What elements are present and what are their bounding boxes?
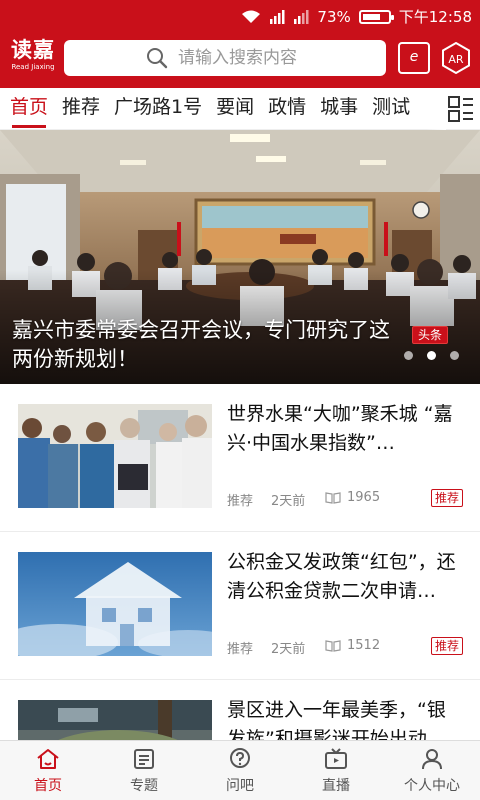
ebook-button[interactable]: e [398, 42, 430, 74]
news-source: 推荐 [227, 494, 254, 509]
channel-tabs: 首页 推荐 广场路1号 要闻 政情 城事 测试 [0, 88, 480, 130]
news-meta: 推荐 2天前 1965 推荐 [227, 489, 463, 509]
nav-live[interactable]: 直播 [288, 741, 384, 800]
ar-button[interactable]: AR [440, 42, 472, 74]
battery-icon [358, 9, 394, 24]
battery-percent: 73% [317, 7, 351, 26]
tab-list: 首页 推荐 广场路1号 要闻 政情 城事 测试 [0, 88, 440, 130]
nav-label: 专题 [130, 778, 158, 794]
signal-icon-2 [294, 9, 309, 24]
news-thumbnail [18, 552, 212, 656]
nav-profile[interactable]: 个人中心 [384, 741, 480, 800]
bottom-navigation: 首页 专题 问吧 直播 个人中心 [0, 740, 480, 800]
logo-text: 读嘉 [11, 37, 55, 62]
search-icon [147, 48, 168, 69]
question-icon [230, 748, 250, 768]
nav-home[interactable]: 首页 [0, 741, 96, 800]
nav-questions[interactable]: 问吧 [192, 741, 288, 800]
news-headline[interactable]: 公积金又发政策“红包”，还清公积金贷款二次申请… [227, 548, 463, 606]
topics-icon [134, 749, 154, 769]
user-icon [422, 749, 442, 770]
news-badge: 推荐 [430, 637, 463, 655]
nav-label: 直播 [322, 778, 350, 794]
tab-item[interactable]: 城事 [320, 88, 358, 130]
news-read-count: 1512 [347, 638, 381, 653]
tab-item[interactable]: 推荐 [62, 88, 100, 130]
status-bar: 73% 下午12:58 [0, 0, 480, 32]
app-screen: 73% 下午12:58 读嘉 Read Jiaxing e [0, 0, 480, 800]
headline-banner[interactable]: 嘉兴市委常委会召开会议，专门研究了这两份新规划！ 头条 [0, 130, 480, 384]
nav-label: 首页 [34, 778, 62, 794]
banner-tag: 头条 [412, 326, 449, 344]
clock: 下午12:58 [398, 8, 472, 26]
search-bar-row: 读嘉 Read Jiaxing e AR [0, 36, 480, 82]
news-thumbnail [18, 404, 212, 508]
battery-level-fill [362, 13, 381, 20]
tv-icon [325, 748, 347, 769]
news-headline[interactable]: 世界水果“大咖”聚禾城 “嘉兴·中国水果指数”… [227, 400, 463, 458]
news-meta: 推荐 2天前 1512 推荐 [227, 637, 463, 657]
nav-topics[interactable]: 专题 [96, 741, 192, 800]
nav-label: 个人中心 [404, 778, 460, 794]
book-icon [325, 639, 341, 652]
tab-item[interactable]: 测试 [372, 88, 410, 130]
signal-icon [270, 9, 285, 24]
tab-item[interactable]: 要闻 [216, 88, 254, 130]
tab-fade [426, 88, 446, 130]
news-time: 2天前 [271, 642, 306, 657]
logo-subtext: Read Jiaxing [11, 63, 55, 71]
pagination-dot[interactable] [427, 351, 436, 360]
search-box[interactable] [64, 40, 386, 76]
book-icon [325, 491, 341, 504]
news-item[interactable]: 景区进入一年最美季，“银发族”和摄影迷开始出动 [0, 680, 480, 740]
news-badge: 推荐 [430, 489, 463, 507]
news-source: 推荐 [227, 642, 254, 657]
news-time: 2天前 [271, 494, 306, 509]
tab-item[interactable]: 政情 [268, 88, 306, 130]
news-thumbnail [18, 700, 212, 740]
nav-label: 问吧 [226, 778, 254, 794]
news-list: 世界水果“大咖”聚禾城 “嘉兴·中国水果指数”… 推荐 2天前 1965 推荐 [0, 384, 480, 740]
app-header: 73% 下午12:58 读嘉 Read Jiaxing e [0, 0, 480, 88]
news-reads: 1965 [325, 490, 380, 505]
news-item[interactable]: 公积金又发政策“红包”，还清公积金贷款二次申请… 推荐 2天前 1512 推荐 [0, 532, 480, 680]
tab-item[interactable]: 广场路1号 [114, 88, 202, 130]
pagination-dot[interactable] [404, 351, 413, 360]
pagination-dot[interactable] [450, 351, 459, 360]
wifi-icon [242, 10, 261, 23]
home-icon [37, 749, 59, 769]
news-read-count: 1965 [347, 490, 381, 505]
banner-title[interactable]: 嘉兴市委常委会召开会议，专门研究了这两份新规划！ [12, 316, 402, 374]
banner-pagination [404, 351, 459, 360]
ebook-icon: e [409, 49, 419, 65]
tab-item[interactable]: 首页 [10, 88, 48, 130]
news-headline[interactable]: 景区进入一年最美季，“银发族”和摄影迷开始出动 [227, 696, 463, 740]
ar-icon-label: AR [448, 53, 464, 66]
channel-grid-icon[interactable] [448, 96, 474, 122]
news-reads: 1512 [325, 638, 380, 653]
app-logo[interactable]: 读嘉 Read Jiaxing [10, 38, 56, 72]
news-item[interactable]: 世界水果“大咖”聚禾城 “嘉兴·中国水果指数”… 推荐 2天前 1965 推荐 [0, 384, 480, 532]
search-input[interactable] [178, 48, 348, 68]
